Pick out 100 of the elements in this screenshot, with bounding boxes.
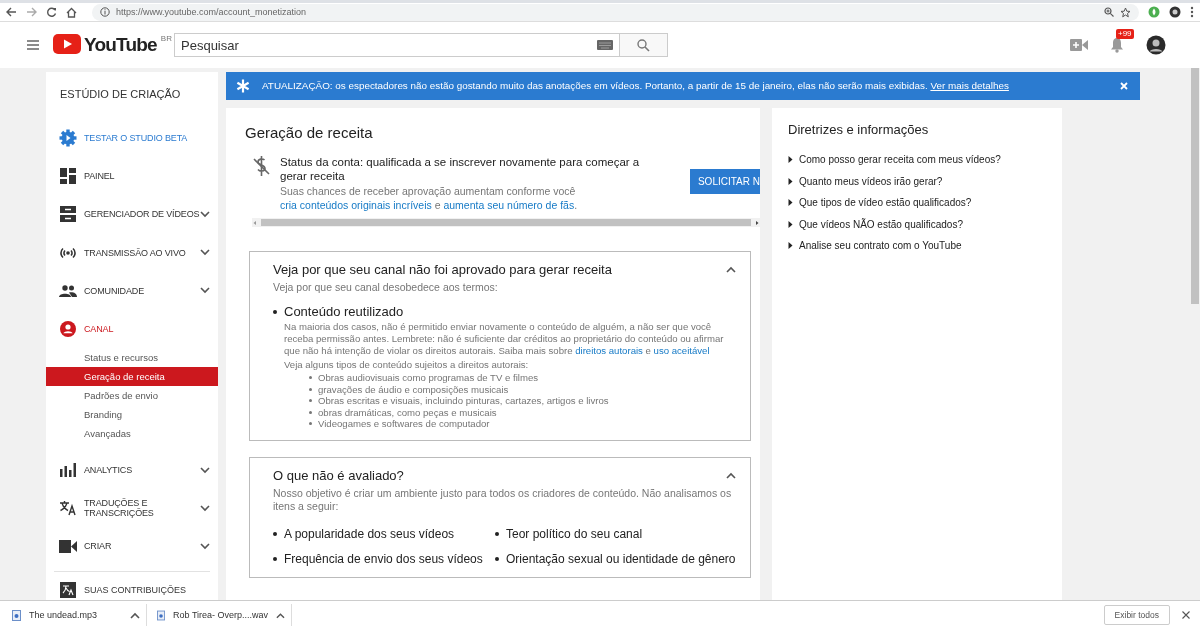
bullet-icon: [495, 531, 499, 536]
sidebar-item[interactable]: ANALYTICS: [46, 450, 218, 490]
broadcast-icon: [59, 245, 77, 260]
sidebar-item[interactable]: TESTAR O STUDIO BETA: [46, 119, 218, 158]
banner-message: ATUALIZAÇÃO: os espectadores não estão gostando muito das anotações em vídeos. Portanto, a partir de 15 de janeiro, elas não serão mais exibidas. Ver mais detalhes: [262, 80, 1010, 92]
menu-icon[interactable]: [1190, 6, 1194, 18]
example-item: Videogames e softwares de computador: [318, 418, 490, 430]
guide-link[interactable]: Analise seu contrato com o YouTube: [788, 235, 1052, 257]
chevron-up-icon[interactable]: [726, 266, 736, 273]
bar-chart-icon: [60, 463, 76, 477]
sidebar-item[interactable]: PAINEL: [46, 157, 218, 196]
zoom-icon[interactable]: [1104, 7, 1114, 17]
chevron-down-icon[interactable]: [200, 249, 210, 257]
stacked-boxes-icon: [60, 206, 76, 223]
logo-play-icon[interactable]: [53, 34, 81, 54]
show-all-button[interactable]: Exibir todos: [1103, 605, 1170, 625]
download-item[interactable]: The undead.mp3: [12, 604, 147, 626]
sidebar-subitem[interactable]: Geração de receita: [46, 366, 218, 386]
link[interactable]: uso aceitável: [653, 345, 710, 356]
menu-icon[interactable]: [27, 40, 39, 50]
search-field[interactable]: Pesquisar: [174, 33, 620, 57]
page-title: Geração de receita: [245, 124, 374, 141]
example-item: Obras escritas e visuais, incluindo pinturas, cartazes, artigos e livros: [318, 395, 609, 407]
translate-icon: [59, 500, 77, 517]
notification-badge: +99: [1116, 29, 1134, 39]
bell-icon[interactable]: [1110, 37, 1124, 53]
sidebar-item[interactable]: COMUNIDADE: [46, 271, 218, 310]
guide-link[interactable]: Que tipos de vídeo estão qualificados?: [788, 192, 1052, 214]
link[interactable]: Ver mais detalhes: [930, 80, 1009, 91]
chevron-down-icon[interactable]: [200, 542, 210, 550]
guide-link[interactable]: Como posso gerar receita com meus vídeos?: [788, 149, 1052, 171]
people-icon: [59, 284, 77, 297]
section-title: Veja por que seu canal não foi aprovado para gerar receita: [273, 262, 612, 277]
example-item: Obras audiovisuais como programas de TV e filmes: [318, 372, 539, 384]
chevron-up-icon[interactable]: [726, 471, 736, 479]
chevron-up-icon[interactable]: [276, 611, 285, 619]
bullet-icon: [309, 387, 312, 391]
criteria-item: Orientação sexual ou identidade de gênero: [506, 551, 736, 567]
extension-icon[interactable]: [1148, 6, 1160, 18]
video-camera-plus-icon[interactable]: [1070, 39, 1088, 51]
sidebar-subitem[interactable]: Padrões de envio: [46, 385, 218, 405]
region-label: BR: [160, 34, 172, 44]
example-item: gravações de áudio e composições musicais: [318, 383, 509, 395]
bullet-icon: [273, 556, 277, 561]
bullet-icon: [273, 531, 277, 536]
reload-icon[interactable]: [46, 6, 57, 18]
chevron-down-icon[interactable]: [200, 210, 210, 218]
guide-link[interactable]: Quanto meus vídeos irão gerar?: [788, 170, 1052, 192]
sidebar-item[interactable]: GERENCIADOR DE VÍDEOS: [46, 195, 218, 234]
chevron-down-icon[interactable]: [200, 466, 210, 474]
section-subtitle: Veja por que seu canal desobedece aos termos:: [273, 281, 499, 294]
sidebar-subitem[interactable]: Status e recursos: [46, 347, 218, 367]
asterisk-icon: [236, 79, 250, 93]
issue-description: Na maioria dos casos, não é permitido enviar novamente o conteúdo de alguém, a não ser que você receba permissão antes. Lembrete: não é suficiente dar créditos ao proprietário do conteúdo ou afirmar que não há intenção de violar os direitos autorais. Saiba mais sobre direitos autorais e uso aceitável: [283, 321, 725, 357]
guide-link[interactable]: Que vídeos NÃO estão qualificados?: [788, 213, 1052, 235]
no-money-icon: [252, 155, 272, 177]
sidebar-item[interactable]: CRIAR: [46, 527, 218, 566]
url-text: https://www.youtube.com/account_monetization: [116, 7, 307, 17]
scroll-right-icon[interactable]: [754, 219, 760, 226]
info-icon[interactable]: [100, 7, 110, 17]
bullet-icon: [309, 422, 312, 426]
avatar-icon[interactable]: [1146, 35, 1166, 55]
sidebar-title: ESTÚDIO DE CRIAÇÃO: [59, 88, 182, 102]
bullet-icon: [273, 309, 277, 314]
sidebar-item[interactable]: TRADUÇÕES E TRANSCRIÇÕES: [46, 489, 218, 528]
gear-icon: [59, 129, 77, 148]
link[interactable]: direitos autorais: [575, 345, 643, 356]
search-button[interactable]: [620, 33, 668, 57]
section-title: O que não é avaliado?: [273, 467, 404, 483]
request-button[interactable]: SOLICITAR N: [689, 169, 760, 194]
sidebar-item[interactable]: SUAS CONTRIBUIÇÕES: [46, 580, 218, 600]
example-item: obras dramáticas, como peças e musicais: [318, 406, 497, 418]
criteria-item: Teor político do seu canal: [506, 526, 643, 542]
sidebar-item[interactable]: TRANSMISSÃO AO VIVO: [46, 233, 218, 272]
dashboard-icon: [60, 168, 76, 185]
file-icon: [12, 609, 21, 621]
chevron-down-icon[interactable]: [200, 504, 210, 512]
section-subtitle: Nosso objetivo é criar um ambiente justo para todos os criadores de conteúdo. Não analisamos os itens a seguir:: [273, 486, 733, 513]
address-bar[interactable]: https://www.youtube.com/account_monetization: [92, 3, 1139, 21]
criteria-item: A popularidade dos seus vídeos: [284, 526, 455, 542]
sidebar-subitem[interactable]: Branding: [46, 404, 218, 424]
bullet-icon: [495, 556, 499, 561]
home-icon[interactable]: [66, 6, 77, 18]
chevron-down-icon[interactable]: [200, 287, 210, 295]
star-icon[interactable]: [1120, 6, 1131, 18]
link[interactable]: cria conteúdos originais incríveis: [280, 199, 432, 211]
download-item[interactable]: Rob Tirea- Overp....wav: [157, 604, 292, 626]
sidebar-item[interactable]: CANAL: [46, 309, 218, 348]
guide-title: Diretrizes e informações: [788, 122, 930, 137]
horizontal-scrollbar[interactable]: [252, 218, 760, 227]
close-icon[interactable]: [1182, 611, 1190, 619]
file-icon: [157, 609, 166, 621]
profile-avatar-icon[interactable]: [1169, 6, 1181, 18]
chevron-up-icon[interactable]: [130, 611, 140, 619]
bullet-icon: [309, 376, 312, 380]
criteria-item: Frequência de envio dos seus vídeos: [284, 551, 483, 567]
sidebar-subitem[interactable]: Avançadas: [46, 423, 218, 443]
search-icon: [637, 38, 650, 52]
back-icon[interactable]: [6, 7, 17, 17]
logo-text[interactable]: YouTube: [84, 34, 157, 56]
